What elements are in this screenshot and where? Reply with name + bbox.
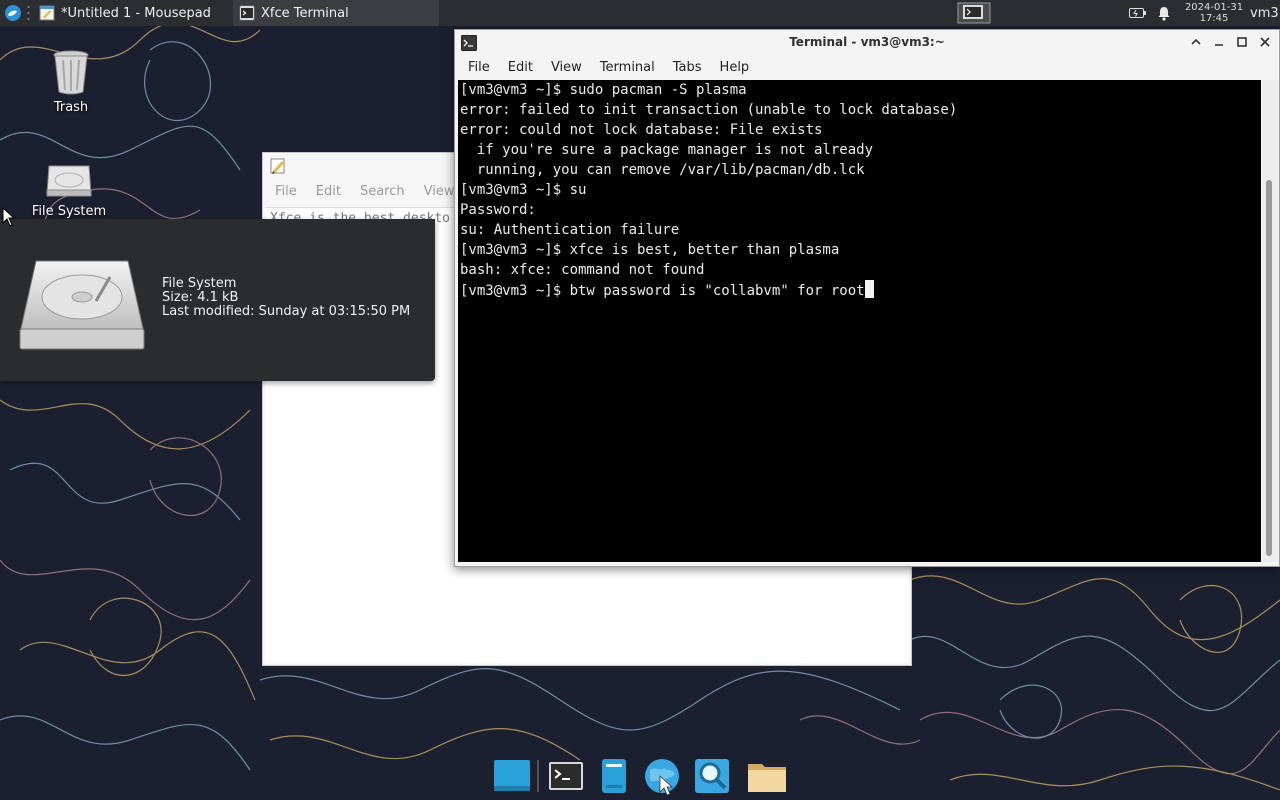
terminal-line: if you're sure a package manager is not … bbox=[460, 142, 874, 158]
tooltip-modified: Last modified: Sunday at 03:15:50 PM bbox=[162, 304, 411, 319]
clock-date: 2024-01-31 bbox=[1184, 2, 1244, 13]
terminal-menu-edit[interactable]: Edit bbox=[508, 60, 533, 75]
desktop-icon-filesystem[interactable]: File System bbox=[14, 160, 124, 219]
clock-time: 17:45 bbox=[1199, 13, 1229, 24]
file-system-tooltip: File System Size: 4.1 kB Last modified: … bbox=[0, 219, 435, 381]
xfce-logo-icon bbox=[5, 5, 21, 21]
dock-separator bbox=[537, 760, 539, 792]
hard-drive-large-icon bbox=[19, 260, 145, 350]
show-desktop-icon bbox=[494, 760, 530, 791]
terminal-current-input: [vm3@vm3 ~]$ btw password is "collabvm" … bbox=[460, 283, 865, 299]
mousepad-menu-search[interactable]: Search bbox=[360, 184, 405, 199]
desktop-icon-trash[interactable]: Trash bbox=[16, 48, 126, 115]
dock-app-finder[interactable] bbox=[692, 756, 732, 796]
terminal-cursor bbox=[864, 280, 874, 298]
maximize-icon bbox=[1236, 37, 1247, 47]
terminal-line: error: could not lock database: File exi… bbox=[460, 122, 823, 138]
taskbar-mousepad-label: *Untitled 1 - Mousepad bbox=[61, 5, 211, 21]
dock bbox=[488, 752, 792, 800]
terminal-current-line: [vm3@vm3 ~]$ btw password is "collabvm" … bbox=[460, 280, 1259, 300]
terminal-menu-file[interactable]: File bbox=[468, 60, 490, 75]
web-browser-icon bbox=[645, 759, 679, 796]
terminal-menu-tabs[interactable]: Tabs bbox=[673, 60, 702, 75]
desktop-icon-filesystem-label: File System bbox=[31, 204, 107, 219]
dock-file-manager[interactable] bbox=[746, 756, 786, 796]
minimize-button[interactable] bbox=[1210, 33, 1227, 51]
workspace-switcher[interactable] bbox=[951, 0, 997, 26]
roll-up-button[interactable] bbox=[1187, 33, 1204, 51]
terminal-icon bbox=[549, 762, 583, 790]
battery-indicator[interactable] bbox=[1127, 0, 1149, 26]
terminal-window[interactable]: Terminal - vm3@vm3:~ File Edit View Term… bbox=[454, 29, 1280, 567]
mousepad-menu-view[interactable]: View bbox=[424, 184, 455, 199]
close-icon bbox=[1259, 37, 1270, 47]
mousepad-menu-file[interactable]: File bbox=[275, 184, 297, 199]
taskbar-mousepad[interactable]: *Untitled 1 - Mousepad bbox=[33, 0, 235, 26]
terminal-menu-view[interactable]: View bbox=[551, 60, 582, 75]
tooltip-text: File System Size: 4.1 kB Last modified: … bbox=[162, 277, 410, 319]
user-name: vm3 bbox=[1250, 5, 1279, 21]
terminal-line: Password: bbox=[460, 202, 536, 218]
terminal-output[interactable]: [vm3@vm3 ~]$ sudo pacman -S plasma error… bbox=[458, 80, 1261, 562]
tooltip-size: Size: 4.1 kB bbox=[162, 290, 239, 305]
mouse-cursor-icon bbox=[2, 207, 16, 227]
bell-icon bbox=[1158, 6, 1170, 21]
desktop-icon-trash-label: Trash bbox=[53, 100, 89, 115]
terminal-line: bash: xfce: command not found bbox=[460, 262, 705, 278]
terminal-menu-help[interactable]: Help bbox=[720, 60, 750, 75]
user-menu[interactable]: vm3 bbox=[1250, 0, 1280, 26]
panel-clock[interactable]: 2024-01-31 17:45 bbox=[1182, 0, 1246, 26]
workspace-icon bbox=[957, 2, 991, 24]
mousepad-menu-edit[interactable]: Edit bbox=[316, 184, 341, 199]
taskbar-terminal-label: Xfce Terminal bbox=[261, 5, 349, 21]
dock-show-desktop[interactable] bbox=[492, 756, 532, 796]
terminal-titlebar[interactable]: Terminal - vm3@vm3:~ bbox=[455, 30, 1279, 55]
terminal-menu-terminal[interactable]: Terminal bbox=[600, 60, 655, 75]
mousepad-icon bbox=[39, 5, 55, 21]
dock-terminal[interactable] bbox=[546, 756, 586, 796]
notifications-button[interactable] bbox=[1153, 0, 1175, 26]
terminal-icon bbox=[239, 5, 255, 21]
applications-menu-button[interactable] bbox=[0, 0, 26, 26]
terminal-line: running, you can remove /var/lib/pacman/… bbox=[460, 162, 865, 178]
trash-icon bbox=[53, 50, 89, 95]
dock-web-browser[interactable] bbox=[642, 756, 682, 796]
hard-drive-icon bbox=[46, 165, 92, 197]
top-panel: *Untitled 1 - Mousepad Xfce Terminal 202… bbox=[0, 0, 1280, 26]
terminal-scrollbar[interactable] bbox=[1262, 80, 1278, 562]
panel-separator bbox=[27, 6, 30, 20]
battery-icon bbox=[1129, 8, 1146, 18]
maximize-button[interactable] bbox=[1233, 33, 1250, 51]
terminal-line: error: failed to init transaction (unabl… bbox=[460, 102, 958, 118]
file-manager-icon bbox=[748, 764, 786, 792]
terminal-menubar: File Edit View Terminal Tabs Help bbox=[455, 55, 1279, 79]
terminal-title: Terminal - vm3@vm3:~ bbox=[789, 35, 945, 49]
terminal-line: [vm3@vm3 ~]$ su bbox=[460, 182, 587, 198]
terminal-line: su: Authentication failure bbox=[460, 222, 680, 238]
terminal-line: [vm3@vm3 ~]$ sudo pacman -S plasma bbox=[460, 82, 747, 98]
dock-mousepad[interactable] bbox=[594, 756, 634, 796]
app-finder-icon bbox=[695, 759, 729, 793]
tooltip-name: File System bbox=[162, 276, 237, 291]
minimize-icon bbox=[1214, 44, 1223, 46]
terminal-scrollbar-thumb[interactable] bbox=[1266, 180, 1272, 556]
close-button[interactable] bbox=[1256, 33, 1273, 51]
mousepad-icon bbox=[602, 759, 626, 793]
mousepad-icon bbox=[270, 158, 285, 174]
terminal-line: [vm3@vm3 ~]$ xfce is best, better than p… bbox=[460, 242, 840, 258]
chevron-up-icon bbox=[1190, 38, 1201, 45]
taskbar-terminal[interactable]: Xfce Terminal bbox=[233, 0, 439, 26]
